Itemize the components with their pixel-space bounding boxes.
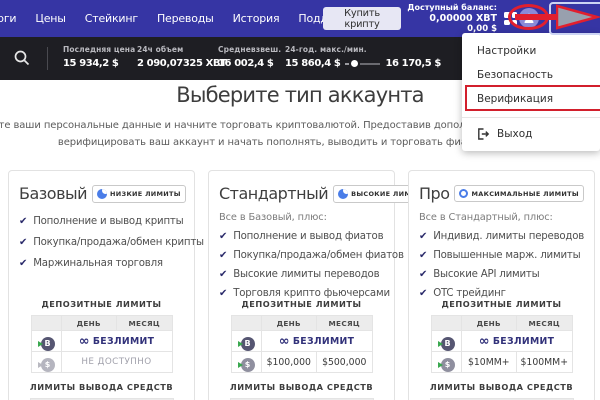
check-icon: ✔ xyxy=(219,269,227,280)
nav-item-history[interactable]: История xyxy=(233,12,280,25)
range-high: 16 170,5 $ xyxy=(385,58,440,69)
nav-item-transfers[interactable]: Переводы xyxy=(157,12,214,25)
deposit-limits-title: ДЕПОЗИТНЫЕ ЛИМИТЫ xyxy=(209,299,394,309)
check-icon: ✔ xyxy=(19,237,27,248)
crypto-exchange-screen: Торги Цены Стейкинг Переводы История Под… xyxy=(0,0,600,400)
menu-item-security[interactable]: Безопасность xyxy=(462,63,600,87)
account-card-standard[interactable]: Стандартный ВЫСОКИЕ ЛИМИТЫ Все в Базовый… xyxy=(208,170,395,400)
balance-crypto-value: 0,00000 ХВТ xyxy=(398,13,497,24)
feature-item: ✔Пополнение и вывод фиатов xyxy=(219,231,388,242)
fiat-deposit-icon-disabled: $ xyxy=(38,358,55,372)
table-row: $ $10MM+ $100MM+ xyxy=(431,352,572,373)
logout-icon xyxy=(477,128,490,140)
feature-list: ✔Пополнение и вывод фиатов ✔Покупка/прод… xyxy=(209,231,394,299)
balance-display: Доступный баланс: 0,00000 ХВТ 0,00 $ xyxy=(398,3,497,34)
feature-item: ✔Индивид. лимиты переводов xyxy=(419,231,588,242)
fiat-deposit-icon: $ xyxy=(238,358,255,372)
table-row: $ $100,000 $500,000 xyxy=(231,352,372,373)
annotation-arrow-head xyxy=(556,2,600,32)
account-card-basic[interactable]: Базовый НИЗКИЕ ЛИМИТЫ ✔Пополнение и выво… xyxy=(8,170,195,400)
deposit-limits-title: ДЕПОЗИТНЫЕ ЛИМИТЫ xyxy=(9,299,194,309)
stat-volume: 24ч объем 2 090,07325 ХВТ xyxy=(137,45,218,69)
check-icon: ✔ xyxy=(419,269,427,280)
search-icon[interactable] xyxy=(13,49,31,67)
crypto-deposit-icon: B xyxy=(238,337,255,351)
feature-item: ✔Маржинальная торговля xyxy=(19,258,188,269)
col-day: ДЕНЬ xyxy=(61,316,117,331)
nav-item-prices[interactable]: Цены xyxy=(35,12,65,25)
account-card-pro[interactable]: Про МАКСИМАЛЬНЫЕ ЛИМИТЫ Все в Стандартны… xyxy=(408,170,595,400)
infinity-icon: ∞ xyxy=(79,334,90,349)
card-title: Базовый xyxy=(19,184,87,203)
infinity-icon: ∞ xyxy=(479,334,490,349)
check-icon: ✔ xyxy=(419,231,427,242)
menu-item-logout[interactable]: Выход xyxy=(462,122,600,146)
table-row: B ∞БЕЗЛИМИТ xyxy=(31,331,172,352)
withdraw-limits-title: ЛИМИТЫ ВЫВОДА СРЕДСТВ xyxy=(209,382,394,392)
stat-weighted-avg: Средневзвеш. 16 002,4 $ xyxy=(218,45,285,69)
fiat-deposit-icon: $ xyxy=(438,358,455,372)
price-range-slider xyxy=(345,60,380,67)
col-day: ДЕНЬ xyxy=(261,316,317,331)
col-month: МЕСЯЦ xyxy=(117,316,173,331)
feature-item: ✔OTC трейдинг xyxy=(419,288,588,299)
nav-item-trading[interactable]: Торги xyxy=(0,12,16,25)
feature-list: ✔Индивид. лимиты переводов ✔Повышенные м… xyxy=(409,231,594,299)
withdraw-limits-title: ЛИМИТЫ ВЫВОДА СРЕДСТВ xyxy=(409,382,594,392)
feature-item: ✔Пополнение и вывод крипты xyxy=(19,216,188,227)
feature-item: ✔Высокие API лимиты xyxy=(419,269,588,280)
menu-divider xyxy=(462,117,600,118)
range-low: 15 860,4 $ xyxy=(285,58,340,69)
annotation-arrow-shaft xyxy=(515,14,561,20)
feature-item: ✔Повышенные марж. лимиты xyxy=(419,250,588,261)
limit-gauge-icon xyxy=(459,189,468,198)
col-day: ДЕНЬ xyxy=(461,316,517,331)
check-icon: ✔ xyxy=(19,258,27,269)
ticker-divider xyxy=(47,47,48,70)
nav-item-staking[interactable]: Стейкинг xyxy=(85,12,138,25)
main-nav: Торги Цены Стейкинг Переводы История Под… xyxy=(0,0,364,37)
table-row: $ НЕ ДОСТУПНО xyxy=(31,352,172,373)
limit-gauge-icon xyxy=(338,189,348,199)
feature-list: ✔Пополнение и вывод крипты ✔Покупка/прод… xyxy=(9,216,194,269)
feature-item: ✔Высокие лимиты переводов xyxy=(219,269,388,280)
check-icon: ✔ xyxy=(419,250,427,261)
limits-badge: МАКСИМАЛЬНЫЕ ЛИМИТЫ xyxy=(454,185,583,202)
deposit-limits-title: ДЕПОЗИТНЫЕ ЛИМИТЫ xyxy=(409,299,594,309)
crypto-deposit-icon: B xyxy=(438,337,455,351)
limit-gauge-icon xyxy=(97,189,107,199)
menu-item-settings[interactable]: Настройки xyxy=(462,39,600,63)
ticker-stats: Последняя цена 15 934,2 $ 24ч объем 2 09… xyxy=(63,45,441,69)
withdraw-limits-title: ЛИМИТЫ ВЫВОДА СРЕДСТВ xyxy=(9,382,194,392)
balance-label: Доступный баланс: xyxy=(398,3,497,13)
feature-item: ✔Покупка/продажа/обмен крипты xyxy=(19,237,188,248)
col-month: МЕСЯЦ xyxy=(517,316,573,331)
deposit-limits-table: ДЕНЬ МЕСЯЦ B ∞БЕЗЛИМИТ $ $10MM+ $100MM+ xyxy=(431,315,573,373)
card-title: Про xyxy=(419,184,449,203)
buy-crypto-button[interactable]: Купить крипту xyxy=(323,7,401,30)
crypto-deposit-icon: B xyxy=(38,337,55,351)
check-icon: ✔ xyxy=(419,288,427,299)
table-row: B ∞БЕЗЛИМИТ xyxy=(231,331,372,352)
deposit-limits-table: ДЕНЬ МЕСЯЦ B ∞БЕЗЛИМИТ $ $100,000 $500,0… xyxy=(231,315,373,373)
card-intro: Все в Стандартный, плюс: xyxy=(419,212,594,223)
feature-item: ✔Торговля крипто фьючерсами xyxy=(219,288,388,299)
deposit-limits-table: ДЕНЬ МЕСЯЦ B ∞БЕЗЛИМИТ $ НЕ ДОСТУПНО xyxy=(31,315,173,373)
check-icon: ✔ xyxy=(19,216,27,227)
check-icon: ✔ xyxy=(219,231,227,242)
infinity-icon: ∞ xyxy=(279,334,290,349)
col-month: МЕСЯЦ xyxy=(317,316,373,331)
card-title: Стандартный xyxy=(219,184,328,203)
stat-24h-range: 24-год. макс./мин. 15 860,4 $ 16 170,5 $ xyxy=(285,45,441,69)
limits-badge: НИЗКИЕ ЛИМИТЫ xyxy=(92,185,186,203)
check-icon: ✔ xyxy=(219,250,227,261)
feature-item: ✔Покупка/продажа/обмен фиатов xyxy=(219,250,388,261)
stat-last-price: Последняя цена 15 934,2 $ xyxy=(63,45,137,69)
card-intro: Все в Базовый, плюс: xyxy=(219,212,394,223)
verification-highlight-annotation xyxy=(465,85,600,111)
check-icon: ✔ xyxy=(219,288,227,299)
table-row: B ∞БЕЗЛИМИТ xyxy=(431,331,572,352)
